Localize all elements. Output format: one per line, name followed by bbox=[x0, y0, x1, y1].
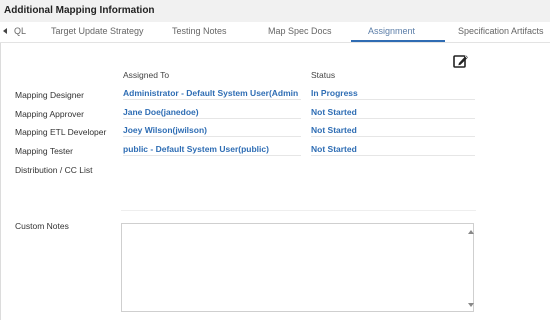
panel-title: Additional Mapping Information bbox=[4, 5, 155, 16]
mapping-etl-developer-label: Mapping ETL Developer bbox=[15, 127, 107, 137]
panel-header: Additional Mapping Information bbox=[0, 0, 550, 23]
tab-map-spec-docs[interactable]: Map Spec Docs bbox=[268, 26, 332, 36]
mapping-approver-assignee-link[interactable]: Jane Doe(janedoe) bbox=[123, 107, 199, 117]
row-divider bbox=[311, 99, 475, 100]
mapping-tester-status[interactable]: Not Started bbox=[311, 144, 357, 154]
mapping-designer-assignee-link[interactable]: Administrator - Default System User(Admi… bbox=[123, 88, 298, 98]
row-divider bbox=[123, 118, 301, 119]
tab-assignment[interactable]: Assignment bbox=[368, 26, 415, 36]
active-tab-indicator bbox=[351, 40, 445, 42]
tab-testing-notes[interactable]: Testing Notes bbox=[172, 26, 227, 36]
row-divider bbox=[311, 136, 475, 137]
mapping-designer-status[interactable]: In Progress bbox=[311, 88, 358, 98]
mapping-etl-developer-status[interactable]: Not Started bbox=[311, 125, 357, 135]
chevron-left-icon[interactable] bbox=[3, 28, 7, 34]
assignment-panel: Assigned To Status Mapping Designer Admi… bbox=[0, 43, 550, 320]
scroll-down-icon[interactable] bbox=[468, 303, 474, 307]
mapping-approver-label: Mapping Approver bbox=[15, 109, 84, 119]
custom-notes-textarea[interactable] bbox=[121, 223, 474, 312]
custom-notes-label: Custom Notes bbox=[15, 221, 69, 231]
row-divider bbox=[123, 155, 301, 156]
status-header: Status bbox=[311, 70, 336, 80]
tab-target-update-strategy[interactable]: Target Update Strategy bbox=[51, 26, 144, 36]
tab-bar: QL Target Update Strategy Testing Notes … bbox=[0, 22, 550, 43]
assigned-to-header: Assigned To bbox=[123, 70, 170, 80]
mapping-designer-label: Mapping Designer bbox=[15, 90, 84, 100]
section-divider bbox=[121, 210, 476, 211]
mapping-tester-label: Mapping Tester bbox=[15, 146, 73, 156]
row-divider bbox=[123, 99, 301, 100]
scroll-up-icon[interactable] bbox=[468, 230, 474, 234]
edit-icon[interactable] bbox=[453, 53, 469, 69]
row-divider bbox=[311, 155, 475, 156]
tab-ql[interactable]: QL bbox=[14, 26, 26, 36]
mapping-etl-developer-assignee-link[interactable]: Joey Wilson(jwilson) bbox=[123, 125, 207, 135]
tab-specification-artifacts[interactable]: Specification Artifacts bbox=[458, 26, 544, 36]
row-divider bbox=[123, 136, 301, 137]
row-divider bbox=[311, 118, 475, 119]
mapping-tester-assignee-link[interactable]: public - Default System User(public) bbox=[123, 144, 269, 154]
distribution-cc-list-label: Distribution / CC List bbox=[15, 165, 93, 175]
mapping-approver-status[interactable]: Not Started bbox=[311, 107, 357, 117]
